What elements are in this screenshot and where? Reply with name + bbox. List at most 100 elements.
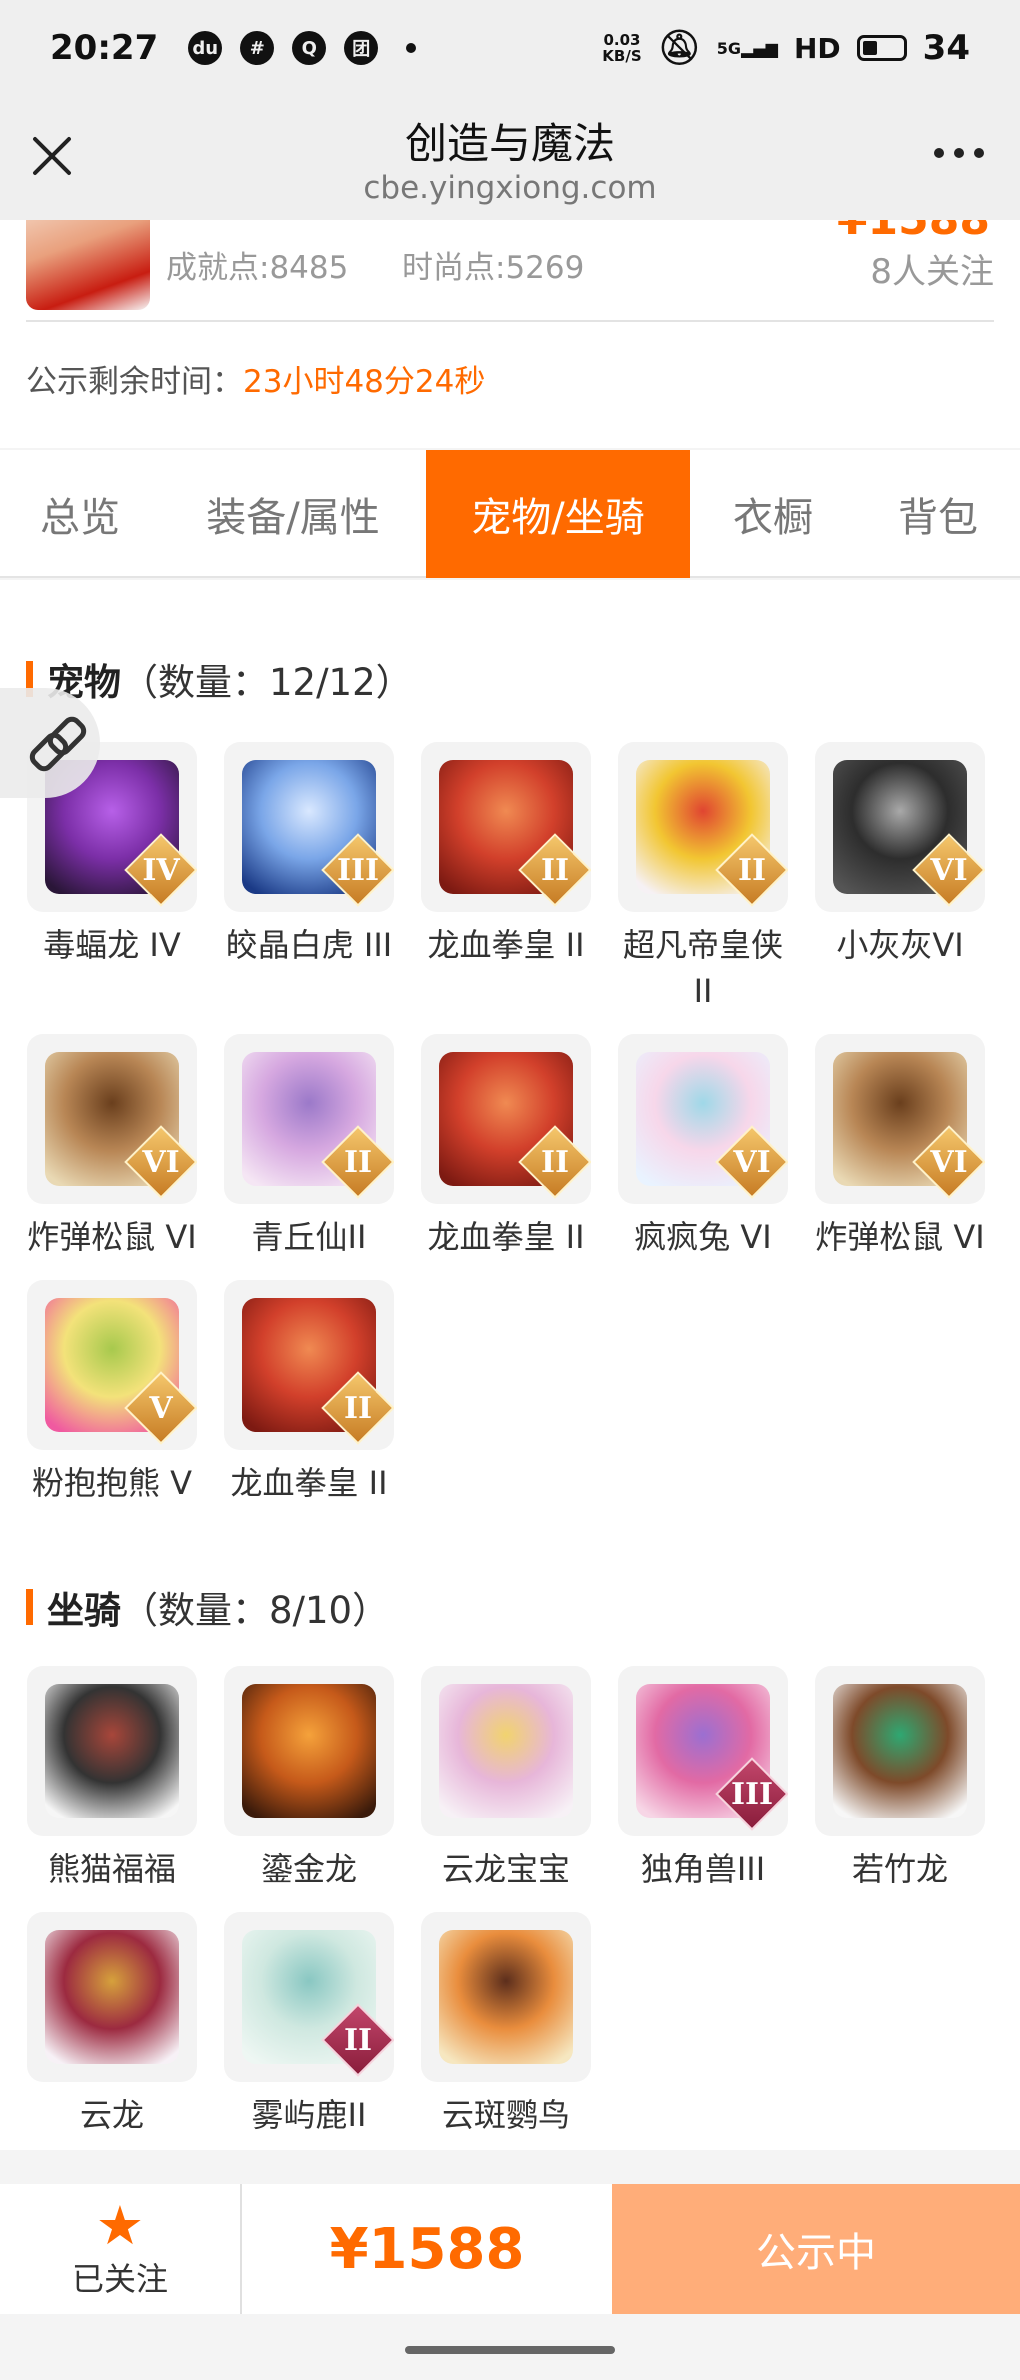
item-thumbnail: II xyxy=(224,1280,394,1450)
item-card[interactable]: 云龙 xyxy=(26,1912,198,2138)
item-label: 龙血拳皇 II xyxy=(427,926,585,964)
item-thumbnail xyxy=(27,1666,197,1836)
item-label: 云龙 xyxy=(79,2096,144,2134)
tab-equipment[interactable]: 装备/属性 xyxy=(160,450,426,578)
item-label: 毒蝠龙 IV xyxy=(43,926,181,964)
mounts-section-title: 坐骑 （数量：8/10） xyxy=(26,1580,389,1634)
item-label: 青丘仙II xyxy=(251,1218,367,1256)
item-thumbnail xyxy=(421,1912,591,2082)
item-card[interactable]: VI 疯疯兔 VI xyxy=(617,1034,789,1260)
item-label: 超凡帝皇侠 II xyxy=(622,926,783,1010)
item-art xyxy=(439,1930,573,2064)
item-art xyxy=(45,1684,179,1818)
item-card[interactable]: II 青丘仙II xyxy=(223,1034,395,1260)
tab-overview[interactable]: 总览 xyxy=(0,450,160,578)
item-thumbnail: V xyxy=(27,1280,197,1450)
item-card[interactable]: VI 炸弹松鼠 VI xyxy=(814,1034,986,1260)
item-card[interactable]: 熊猫福福 xyxy=(26,1666,198,1892)
item-card[interactable]: VI 小灰灰VI xyxy=(814,742,986,968)
signal-icon: 5G▂▄▆ xyxy=(716,38,778,58)
tab-wardrobe[interactable]: 衣橱 xyxy=(690,450,856,578)
item-thumbnail xyxy=(27,1912,197,2082)
item-art xyxy=(439,1684,573,1818)
more-icon[interactable] xyxy=(934,148,984,158)
item-card[interactable]: 鎏金龙 xyxy=(223,1666,395,1892)
tier-badge-text: V xyxy=(149,1390,173,1426)
item-card[interactable]: III 皎晶白虎 III xyxy=(223,742,395,968)
item-label: 炸弹松鼠 VI xyxy=(815,1218,985,1256)
follower-count: 8人关注 xyxy=(870,252,994,292)
mute-icon: 🔕︎ xyxy=(657,28,701,68)
nav-bar: 创造与魔法 cbe.yingxiong.com xyxy=(0,96,1020,220)
item-thumbnail: II xyxy=(421,1034,591,1204)
item-label: 炸弹松鼠 VI xyxy=(27,1218,197,1256)
mounts-title: 坐骑 xyxy=(47,1589,121,1632)
tier-badge-text: III xyxy=(336,852,380,888)
pets-section-title: 宠物 （数量：12/12） xyxy=(26,652,413,706)
item-card[interactable]: II 龙血拳皇 II xyxy=(420,742,592,968)
item-thumbnail: VI xyxy=(815,742,985,912)
item-label: 云龙宝宝 xyxy=(441,1850,570,1888)
achievement-points: 成就点:8485 xyxy=(166,250,349,286)
item-label: 雾屿鹿II xyxy=(251,2096,367,2134)
item-thumbnail: II xyxy=(224,1034,394,1204)
item-thumbnail: III xyxy=(618,1666,788,1836)
tab-bar: 总览 装备/属性 宠物/坐骑 衣橱 背包 xyxy=(0,450,1020,578)
item-card[interactable]: II 龙血拳皇 II xyxy=(223,1280,395,1506)
price: ¥1588 xyxy=(329,2216,525,2282)
follow-button[interactable]: ★ 已关注 xyxy=(0,2184,242,2314)
item-thumbnail: III xyxy=(224,742,394,912)
bottom-bar: ★ 已关注 ¥1588 公示中 xyxy=(0,2184,1020,2314)
countdown-label: 公示剩余时间： xyxy=(26,364,243,400)
public-status-button[interactable]: 公示中 xyxy=(612,2184,1020,2314)
item-card[interactable]: III 独角兽III xyxy=(617,1666,789,1892)
item-card[interactable]: II 雾屿鹿II xyxy=(223,1912,395,2138)
hd-indicator: HD xyxy=(793,31,841,65)
section-marker xyxy=(26,1589,33,1625)
home-indicator[interactable] xyxy=(405,2346,615,2354)
item-label: 独角兽III xyxy=(640,1850,766,1888)
item-card[interactable]: 云斑鹦鸟 xyxy=(420,1912,592,2138)
item-card[interactable]: V 粉抱抱熊 V xyxy=(26,1280,198,1506)
page-title: 创造与魔法 xyxy=(404,119,615,168)
tab-bag[interactable]: 背包 xyxy=(856,450,1020,578)
item-card[interactable]: 若竹龙 xyxy=(814,1666,986,1892)
grid-icon: # xyxy=(240,31,275,65)
item-label: 云斑鹦鸟 xyxy=(441,2096,570,2134)
item-card[interactable]: II 超凡帝皇侠 II xyxy=(617,742,789,1014)
item-card[interactable]: 云龙宝宝 xyxy=(420,1666,592,1892)
item-label: 熊猫福福 xyxy=(47,1850,176,1888)
more-notifications-dot xyxy=(406,43,417,53)
page-url: cbe.yingxiong.com xyxy=(363,170,657,206)
speed-value: 0.03 xyxy=(603,31,641,49)
pets-count: （数量：12/12） xyxy=(121,661,413,704)
item-card[interactable]: VI 炸弹松鼠 VI xyxy=(26,1034,198,1260)
tier-badge-text: VI xyxy=(733,1144,771,1180)
countdown-value: 23小时48分24秒 xyxy=(243,364,486,400)
battery-level: 34 xyxy=(922,28,970,68)
item-label: 若竹龙 xyxy=(851,1850,948,1888)
item-thumbnail: II xyxy=(618,742,788,912)
item-thumbnail: II xyxy=(224,1912,394,2082)
item-art xyxy=(242,1684,376,1818)
divider xyxy=(26,320,994,322)
tab-pets-mounts[interactable]: 宠物/坐骑 xyxy=(426,450,690,578)
tier-badge-text: VI xyxy=(142,1144,180,1180)
fashion-points: 时尚点:5269 xyxy=(402,250,585,286)
item-thumbnail: VI xyxy=(27,1034,197,1204)
follow-label: 已关注 xyxy=(71,2260,168,2298)
tier-badge-text: IV xyxy=(142,852,180,888)
tier-badge-text: VI xyxy=(930,1144,968,1180)
item-label: 龙血拳皇 II xyxy=(427,1218,585,1256)
item-card[interactable]: II 龙血拳皇 II xyxy=(420,1034,592,1260)
network-type: 5G xyxy=(716,38,742,58)
item-thumbnail: VI xyxy=(815,1034,985,1204)
item-thumbnail: II xyxy=(421,742,591,912)
du-icon: du xyxy=(188,31,223,65)
tier-badge-text: II xyxy=(343,2022,373,2058)
item-thumbnail xyxy=(421,1666,591,1836)
pets-mounts-panel: 宠物 （数量：12/12） IV 毒蝠龙 IV III 皎晶白虎 III II 龙血拳皇 … xyxy=(0,580,1020,2150)
item-thumbnail xyxy=(815,1666,985,1836)
item-thumbnail xyxy=(224,1666,394,1836)
tier-badge-text: II xyxy=(343,1144,373,1180)
